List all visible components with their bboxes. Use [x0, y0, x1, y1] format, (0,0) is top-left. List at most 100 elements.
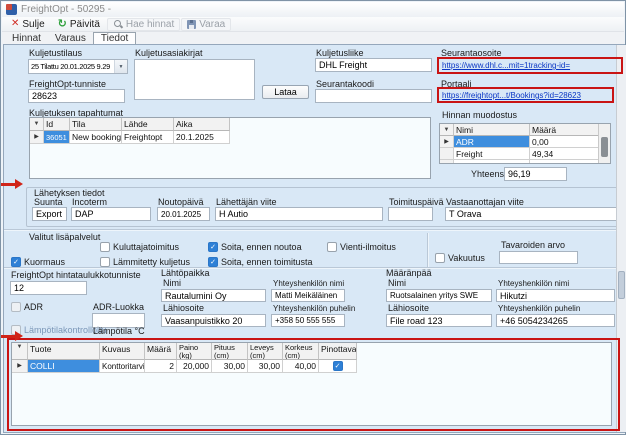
col-header-maara[interactable]: Määrä — [530, 124, 600, 136]
table-row[interactable]: ▶ ADR 0,00 — [440, 136, 610, 148]
header-line: (cm) — [285, 352, 313, 360]
lahtopaikka-puhelin-field[interactable]: +358 50 555 555 — [271, 314, 345, 327]
maaranpaa-nimi-field[interactable]: Ruotsalainen yritys SWE — [386, 289, 492, 302]
cell-pinottava[interactable]: ✓ — [319, 360, 357, 373]
toimituspaiva-field[interactable] — [388, 207, 433, 221]
checkbox-soita-ennen-noutoa[interactable]: ✓ Soita, ennen noutoa — [208, 242, 302, 252]
checkbox-box: ✓ — [327, 242, 337, 252]
row-selector[interactable]: ▶ — [30, 131, 44, 144]
col-header-korkeus[interactable]: Korkeus(cm) — [283, 343, 319, 360]
chevron-down-icon[interactable]: ▼ — [114, 60, 127, 73]
col-header-pinottava[interactable]: Pinottava — [319, 343, 357, 360]
pinottava-checkbox[interactable]: ✓ — [333, 361, 343, 371]
seurantaosoite-link[interactable]: https://www.dhl.c...mit=1tracking-id= — [442, 61, 570, 70]
lataa-button[interactable]: Lataa — [262, 85, 309, 99]
cell-maara[interactable]: 49,34 — [530, 148, 600, 160]
cell-nimi[interactable]: Freight — [454, 148, 530, 160]
col-header-maara[interactable]: Määrä — [145, 343, 177, 360]
seurantakoodi-field[interactable] — [315, 89, 432, 103]
paivita-button[interactable]: ↻ Päivitä — [52, 18, 106, 31]
table-row[interactable]: Freight 49,34 — [440, 148, 610, 160]
row-selector[interactable]: ▶ — [12, 360, 28, 373]
cell-id[interactable]: 36051 — [44, 131, 70, 144]
checkbox-box: ✓ — [208, 257, 218, 267]
cell-maara[interactable]: 0,00 — [530, 136, 600, 148]
hae-hinnat-button[interactable]: Hae hinnat — [107, 18, 180, 31]
cell-tila[interactable]: New booking — [70, 131, 122, 144]
col-header-pituus[interactable]: Pituus(cm) — [212, 343, 248, 360]
tab-tiedot[interactable]: Tiedot — [93, 32, 136, 44]
suunta-field[interactable]: Export — [32, 207, 67, 221]
row-selector[interactable] — [440, 160, 454, 164]
lahtopaikka-nimi-field[interactable]: Rautalumini Oy — [161, 289, 266, 302]
table-row[interactable]: ▶ COLLI Konttoritarvi... 2 20,000 30,00 … — [12, 360, 611, 373]
portaali-link[interactable]: https://freightopt...t/Bookings?id=28623 — [442, 91, 581, 100]
price-grid-scrollbar[interactable] — [598, 124, 610, 163]
cell-lahde[interactable]: Freightopt — [122, 131, 174, 144]
cell-nimi[interactable]: Mobiili — [454, 160, 530, 164]
table-row[interactable]: ▶ 36051 New booking Freightopt 20.1.2025 — [30, 131, 430, 144]
checkbox-adr[interactable]: ✓ ADR — [11, 302, 43, 312]
vastaanottajan-viite-field[interactable]: T Orava — [445, 207, 618, 221]
freightopt-tunniste-field[interactable]: 28623 — [28, 89, 125, 103]
save-icon — [187, 20, 196, 29]
maaranpaa-yhteyshenkilo-field[interactable]: Hikutzi — [496, 289, 615, 302]
cell-korkeus[interactable]: 40,00 — [283, 360, 319, 373]
cell-nimi[interactable]: ADR — [454, 136, 530, 148]
tab-hinnat[interactable]: Hinnat — [5, 33, 48, 44]
row-selector[interactable]: ▶ — [440, 136, 454, 148]
incoterm-field[interactable]: DAP — [71, 207, 151, 221]
lahtopaikka-yhteyshenkilo-field[interactable]: Matti Meikäläinen — [271, 289, 345, 302]
row-current-icon: ▶ — [17, 363, 22, 369]
cell-maara[interactable]: 46,85 — [530, 160, 600, 164]
maaranpaa-puhelin-field[interactable]: +46 5054234265 — [496, 314, 615, 327]
col-header-id[interactable]: Id — [44, 118, 70, 131]
checkbox-kuormaus[interactable]: ✓ Kuormaus — [11, 257, 65, 267]
filter-icon[interactable]: ▼ — [440, 124, 454, 136]
yhteensa-field[interactable]: 96,19 — [504, 167, 567, 181]
funnel-icon: ▼ — [444, 127, 450, 133]
col-header-kuvaus[interactable]: Kuvaus — [100, 343, 145, 360]
funnel-icon: ▼ — [17, 344, 23, 350]
filter-icon[interactable]: ▼ — [12, 343, 28, 360]
cell-tuote[interactable]: COLLI — [28, 360, 100, 373]
checkbox-vienti-ilmoitus[interactable]: ✓ Vienti-ilmoitus — [327, 242, 396, 252]
col-header-paino[interactable]: Paino(kg) — [177, 343, 212, 360]
maaranpaa-lahiosoite-field[interactable]: File road 123 — [386, 314, 492, 327]
varaa-button[interactable]: Varaa — [181, 18, 231, 31]
kuljetusliike-field[interactable]: DHL Freight — [315, 58, 432, 72]
checkbox-kuluttajatoimitus[interactable]: ✓ Kuluttajatoimitus — [100, 242, 179, 252]
hintataulukkotunniste-label: FreightOpt hintataulukkotunniste — [11, 271, 141, 281]
scrollbar-thumb[interactable] — [618, 271, 625, 299]
lahtopaikka-lahiosoite-field[interactable]: Vaasanpuistikko 20 — [161, 314, 266, 327]
checkbox-box: ✓ — [11, 302, 21, 312]
cell-kuvaus[interactable]: Konttoritarvi... — [100, 360, 145, 373]
kuljetustilaus-combobox[interactable]: 25 Tilattu 20.01.2025 9.29 ▼ — [28, 59, 128, 74]
cell-paino[interactable]: 20,000 — [177, 360, 212, 373]
checkbox-soita-ennen-toimitusta[interactable]: ✓ Soita, ennen toimitusta — [208, 257, 313, 267]
cell-maara[interactable]: 2 — [145, 360, 177, 373]
col-header-lahde[interactable]: Lähde — [122, 118, 174, 131]
cell-aika[interactable]: 20.1.2025 — [174, 131, 230, 144]
scrollbar-thumb[interactable] — [601, 137, 608, 157]
col-header-aika[interactable]: Aika — [174, 118, 230, 131]
row-selector[interactable] — [440, 148, 454, 160]
tavaroiden-arvo-field[interactable] — [499, 251, 578, 264]
checkbox-lammitetty-kuljetus[interactable]: ✓ Lämmitetty kuljetus — [100, 257, 190, 267]
col-header-tuote[interactable]: Tuote — [28, 343, 100, 360]
tab-varaus[interactable]: Varaus — [48, 33, 93, 44]
sulje-button[interactable]: ✕ Sulje — [5, 18, 51, 31]
form-scrollbar[interactable] — [616, 45, 626, 432]
filter-icon[interactable]: ▼ — [30, 118, 44, 131]
checkbox-vakuutus[interactable]: ✓ Vakuutus — [435, 253, 485, 263]
cell-leveys[interactable]: 30,00 — [248, 360, 283, 373]
cell-pituus[interactable]: 30,00 — [212, 360, 248, 373]
kuljetusasiakirjat-listbox[interactable] — [134, 59, 255, 100]
col-header-tila[interactable]: Tila — [70, 118, 122, 131]
noutopaiva-field[interactable]: 20.01.2025 — [157, 207, 210, 221]
col-header-leveys[interactable]: Leveys(cm) — [248, 343, 283, 360]
hintataulukkotunniste-field[interactable]: 12 — [10, 281, 87, 295]
table-row[interactable]: Mobiili 46,85 — [440, 160, 610, 164]
col-header-nimi[interactable]: Nimi — [454, 124, 530, 136]
lahettajan-viite-field[interactable]: H Autio — [215, 207, 383, 221]
